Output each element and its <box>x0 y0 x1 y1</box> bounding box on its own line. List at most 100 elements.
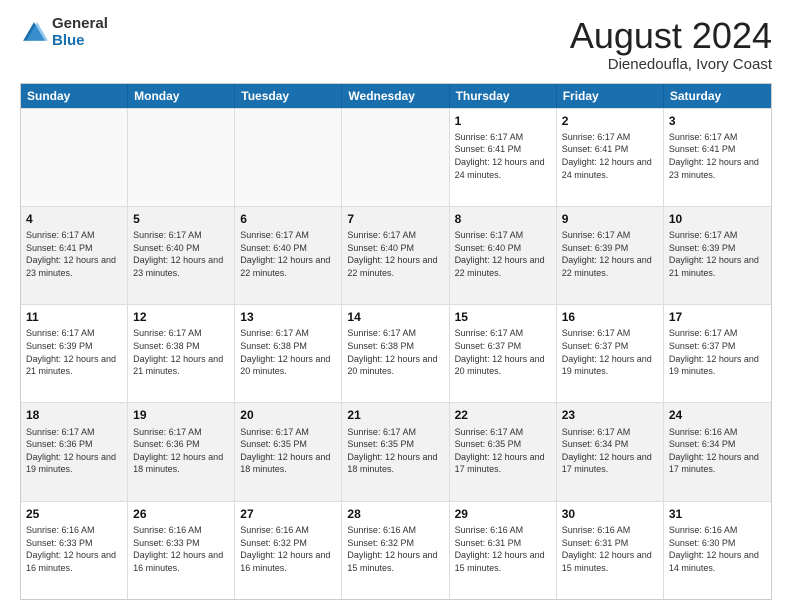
day-info: Sunrise: 6:16 AM Sunset: 6:31 PM Dayligh… <box>455 524 551 574</box>
calendar-cell: 27 Sunrise: 6:16 AM Sunset: 6:32 PM Dayli… <box>235 502 342 599</box>
calendar-cell: 11Sunrise: 6:17 AM Sunset: 6:39 PM Dayli… <box>21 305 128 402</box>
calendar-cell: 9 Sunrise: 6:17 AM Sunset: 6:39 PM Daylig… <box>557 207 664 304</box>
calendar-week: 18 Sunrise: 6:17 AM Sunset: 6:36 PM Dayli… <box>21 402 771 500</box>
calendar-cell: 6 Sunrise: 6:17 AM Sunset: 6:40 PM Daylig… <box>235 207 342 304</box>
calendar-cell: 24Sunrise: 6:16 AM Sunset: 6:34 PM Dayli… <box>664 403 771 500</box>
calendar-cell: 20Sunrise: 6:17 AM Sunset: 6:35 PM Dayli… <box>235 403 342 500</box>
calendar-body: 1 Sunrise: 6:17 AM Sunset: 6:41 PM Daylig… <box>21 108 771 599</box>
day-info: Sunrise: 6:17 AM Sunset: 6:37 PM Dayligh… <box>455 327 551 377</box>
calendar-cell: 14 Sunrise: 6:17 AM Sunset: 6:38 PM Dayli… <box>342 305 449 402</box>
logo-blue: Blue <box>52 33 108 50</box>
calendar-header-row: SundayMondayTuesdayWednesdayThursdayFrid… <box>21 84 771 108</box>
day-info: Sunrise: 6:16 AM Sunset: 6:32 PM Dayligh… <box>347 524 443 574</box>
day-number: 18 <box>26 407 122 423</box>
day-number: 12 <box>133 309 229 325</box>
day-number: 19 <box>133 407 229 423</box>
calendar-cell: 7 Sunrise: 6:17 AM Sunset: 6:40 PM Daylig… <box>342 207 449 304</box>
day-info: Sunrise: 6:17 AM Sunset: 6:36 PM Dayligh… <box>26 426 122 476</box>
calendar-cell: 25 Sunrise: 6:16 AM Sunset: 6:33 PM Dayli… <box>21 502 128 599</box>
day-info: Sunrise: 6:17 AM Sunset: 6:34 PM Dayligh… <box>562 426 658 476</box>
calendar-cell: 22 Sunrise: 6:17 AM Sunset: 6:35 PM Dayli… <box>450 403 557 500</box>
day-number: 13 <box>240 309 336 325</box>
day-info: Sunrise: 6:17 AM Sunset: 6:35 PM Dayligh… <box>455 426 551 476</box>
day-number: 1 <box>455 113 551 129</box>
calendar-cell: 4 Sunrise: 6:17 AM Sunset: 6:41 PM Daylig… <box>21 207 128 304</box>
calendar-cell: 1 Sunrise: 6:17 AM Sunset: 6:41 PM Daylig… <box>450 109 557 206</box>
day-number: 22 <box>455 407 551 423</box>
calendar-week: 11Sunrise: 6:17 AM Sunset: 6:39 PM Dayli… <box>21 304 771 402</box>
calendar-cell <box>235 109 342 206</box>
weekday-header: Monday <box>128 84 235 108</box>
calendar-cell: 13 Sunrise: 6:17 AM Sunset: 6:38 PM Dayli… <box>235 305 342 402</box>
day-number: 17 <box>669 309 766 325</box>
weekday-header: Saturday <box>664 84 771 108</box>
day-number: 6 <box>240 211 336 227</box>
calendar-cell: 15Sunrise: 6:17 AM Sunset: 6:37 PM Dayli… <box>450 305 557 402</box>
day-number: 28 <box>347 506 443 522</box>
calendar-cell: 29Sunrise: 6:16 AM Sunset: 6:31 PM Dayli… <box>450 502 557 599</box>
calendar-cell: 26 Sunrise: 6:16 AM Sunset: 6:33 PM Dayli… <box>128 502 235 599</box>
day-number: 4 <box>26 211 122 227</box>
day-info: Sunrise: 6:16 AM Sunset: 6:33 PM Dayligh… <box>26 524 122 574</box>
calendar-cell <box>21 109 128 206</box>
logo-general: General <box>52 16 108 33</box>
day-number: 21 <box>347 407 443 423</box>
day-info: Sunrise: 6:16 AM Sunset: 6:33 PM Dayligh… <box>133 524 229 574</box>
day-info: Sunrise: 6:16 AM Sunset: 6:30 PM Dayligh… <box>669 524 766 574</box>
calendar-cell: 10Sunrise: 6:17 AM Sunset: 6:39 PM Dayli… <box>664 207 771 304</box>
page: General Blue August 2024 Dienedoufla, Iv… <box>0 0 792 612</box>
day-info: Sunrise: 6:17 AM Sunset: 6:41 PM Dayligh… <box>26 229 122 279</box>
day-info: Sunrise: 6:17 AM Sunset: 6:40 PM Dayligh… <box>455 229 551 279</box>
day-info: Sunrise: 6:17 AM Sunset: 6:41 PM Dayligh… <box>455 131 551 181</box>
calendar-cell: 28 Sunrise: 6:16 AM Sunset: 6:32 PM Dayli… <box>342 502 449 599</box>
day-number: 26 <box>133 506 229 522</box>
day-number: 2 <box>562 113 658 129</box>
day-number: 5 <box>133 211 229 227</box>
calendar-cell: 2 Sunrise: 6:17 AM Sunset: 6:41 PM Daylig… <box>557 109 664 206</box>
day-info: Sunrise: 6:17 AM Sunset: 6:37 PM Dayligh… <box>669 327 766 377</box>
calendar-cell: 21Sunrise: 6:17 AM Sunset: 6:35 PM Dayli… <box>342 403 449 500</box>
weekday-header: Tuesday <box>235 84 342 108</box>
calendar-cell: 12 Sunrise: 6:17 AM Sunset: 6:38 PM Dayli… <box>128 305 235 402</box>
logo: General Blue <box>20 16 108 49</box>
calendar-cell <box>342 109 449 206</box>
day-number: 7 <box>347 211 443 227</box>
weekday-header: Sunday <box>21 84 128 108</box>
day-info: Sunrise: 6:17 AM Sunset: 6:40 PM Dayligh… <box>347 229 443 279</box>
calendar-week: 1 Sunrise: 6:17 AM Sunset: 6:41 PM Daylig… <box>21 108 771 206</box>
day-info: Sunrise: 6:17 AM Sunset: 6:40 PM Dayligh… <box>133 229 229 279</box>
day-info: Sunrise: 6:17 AM Sunset: 6:41 PM Dayligh… <box>562 131 658 181</box>
calendar-cell: 18 Sunrise: 6:17 AM Sunset: 6:36 PM Dayli… <box>21 403 128 500</box>
calendar-cell: 5 Sunrise: 6:17 AM Sunset: 6:40 PM Daylig… <box>128 207 235 304</box>
day-number: 11 <box>26 309 122 325</box>
day-number: 14 <box>347 309 443 325</box>
month-title: August 2024 <box>570 16 772 56</box>
header: General Blue August 2024 Dienedoufla, Iv… <box>20 16 772 73</box>
calendar-cell: 3Sunrise: 6:17 AM Sunset: 6:41 PM Daylig… <box>664 109 771 206</box>
day-number: 9 <box>562 211 658 227</box>
day-number: 25 <box>26 506 122 522</box>
day-number: 24 <box>669 407 766 423</box>
day-number: 20 <box>240 407 336 423</box>
day-info: Sunrise: 6:17 AM Sunset: 6:38 PM Dayligh… <box>347 327 443 377</box>
calendar-cell <box>128 109 235 206</box>
weekday-header: Thursday <box>450 84 557 108</box>
day-info: Sunrise: 6:16 AM Sunset: 6:32 PM Dayligh… <box>240 524 336 574</box>
day-info: Sunrise: 6:17 AM Sunset: 6:39 PM Dayligh… <box>562 229 658 279</box>
calendar-cell: 19Sunrise: 6:17 AM Sunset: 6:36 PM Dayli… <box>128 403 235 500</box>
day-number: 10 <box>669 211 766 227</box>
day-info: Sunrise: 6:16 AM Sunset: 6:31 PM Dayligh… <box>562 524 658 574</box>
calendar-week: 4 Sunrise: 6:17 AM Sunset: 6:41 PM Daylig… <box>21 206 771 304</box>
day-number: 16 <box>562 309 658 325</box>
day-number: 31 <box>669 506 766 522</box>
day-number: 27 <box>240 506 336 522</box>
calendar-cell: 31 Sunrise: 6:16 AM Sunset: 6:30 PM Dayli… <box>664 502 771 599</box>
calendar-cell: 23Sunrise: 6:17 AM Sunset: 6:34 PM Dayli… <box>557 403 664 500</box>
location: Dienedoufla, Ivory Coast <box>570 56 772 73</box>
day-info: Sunrise: 6:17 AM Sunset: 6:38 PM Dayligh… <box>240 327 336 377</box>
day-number: 30 <box>562 506 658 522</box>
logo-icon <box>20 19 48 47</box>
day-info: Sunrise: 6:17 AM Sunset: 6:41 PM Dayligh… <box>669 131 766 181</box>
day-info: Sunrise: 6:17 AM Sunset: 6:40 PM Dayligh… <box>240 229 336 279</box>
day-info: Sunrise: 6:17 AM Sunset: 6:38 PM Dayligh… <box>133 327 229 377</box>
